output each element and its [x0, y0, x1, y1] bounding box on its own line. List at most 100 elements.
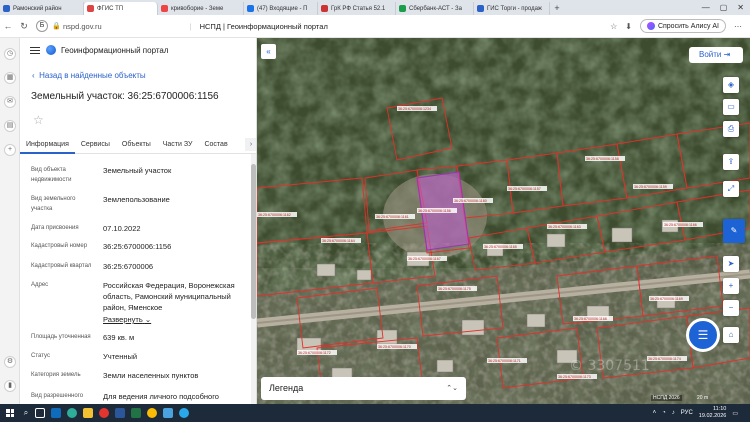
locate-button[interactable]: ➤: [723, 256, 739, 272]
portal-header: Геоинформационный портал: [20, 38, 256, 62]
tab-label: кривоборие - Земе: [171, 5, 224, 12]
settings-icon[interactable]: ⚙: [4, 356, 16, 368]
tray-chevron-icon[interactable]: ˄: [653, 410, 657, 416]
browser-tab-1[interactable]: ФГИС ТП: [84, 2, 158, 15]
language-indicator[interactable]: РУС: [681, 410, 693, 416]
messenger-icon[interactable]: ✉: [4, 96, 16, 108]
notes-icon[interactable]: ▤: [4, 120, 16, 132]
attribute-label: Адрес: [31, 282, 49, 288]
tab-services[interactable]: Сервисы: [75, 136, 116, 154]
new-tab-icon[interactable]: +: [550, 3, 564, 13]
tab-parts[interactable]: Части ЗУ: [157, 136, 199, 154]
taskbar-app-edge[interactable]: [64, 404, 80, 422]
parcel-label: 36:25:6700006:1169: [650, 297, 683, 301]
browser-tab-4[interactable]: ГрК РФ Статья 52.1: [318, 2, 396, 15]
taskbar-app-excel[interactable]: [128, 404, 144, 422]
map-watermark: © 3307511: [569, 358, 650, 374]
zoom-in-button[interactable]: +: [723, 278, 739, 294]
taskbar-app-chrome[interactable]: [144, 404, 160, 422]
sidebar-collapse-icon[interactable]: ▮: [4, 380, 16, 392]
task-view-icon: [35, 408, 45, 418]
assistant-button[interactable]: ✎: [723, 219, 745, 243]
attribute-value: Учтенный: [103, 352, 138, 361]
tabs-scroll-right-icon[interactable]: ›: [245, 138, 256, 151]
taskbar-app-task-view[interactable]: [32, 404, 48, 422]
parcel-label: 36:25:6700006:1167: [408, 257, 441, 261]
download-icon[interactable]: ⬇: [625, 22, 632, 31]
tab-information[interactable]: Информация: [20, 136, 75, 154]
extensions-icon[interactable]: ⋯: [734, 22, 742, 31]
maximize-icon[interactable]: ▢: [720, 3, 728, 12]
compass-button[interactable]: ⌂: [723, 327, 739, 343]
tab-label: Сбербанк-АСТ - За: [409, 5, 462, 12]
browser-tab-2[interactable]: кривоборие - Земе: [158, 2, 244, 15]
taskbar-app-store[interactable]: [160, 404, 176, 422]
folder-icon: [83, 408, 93, 418]
outlook-icon: [51, 408, 61, 418]
parcel-label: 36:25:6700006:1165: [484, 245, 517, 249]
bookmark-icon[interactable]: ☆: [610, 22, 617, 31]
browser-tab-0[interactable]: Рамонский район: [0, 2, 84, 15]
layers-button[interactable]: ◈: [723, 77, 739, 93]
excel-icon: [131, 408, 141, 418]
tab-objects[interactable]: Объекты: [116, 136, 157, 154]
taskbar-app-explorer[interactable]: [80, 404, 96, 422]
tab-favicon: [161, 5, 168, 12]
ask-alice-button[interactable]: Спросить Алису AI: [639, 19, 726, 33]
zoom-out-button[interactable]: −: [723, 300, 739, 316]
login-label: Войти: [699, 50, 722, 59]
browser-tab-6[interactable]: ГИС Торги - продаж: [474, 2, 550, 15]
parcel-label: 36:25:6700006:1162: [258, 213, 291, 217]
telegram-icon: [179, 408, 189, 418]
share-button[interactable]: ⇪: [723, 154, 739, 170]
browser-tab-5[interactable]: Сбербанк-АСТ - За: [396, 2, 474, 15]
history-icon[interactable]: ◷: [4, 48, 16, 60]
start-button[interactable]: [0, 404, 20, 422]
attribute-label: Вид земельного участка: [31, 196, 76, 212]
apps-icon[interactable]: ▦: [4, 72, 16, 84]
network-icon[interactable]: ◔: [662, 410, 666, 416]
notifications-icon[interactable]: ▭: [732, 410, 738, 417]
parcel-label: 36:25:6700006:1170: [378, 345, 411, 349]
menu-icon[interactable]: [30, 46, 40, 54]
clock[interactable]: 11:10 19.02.2026: [699, 406, 727, 420]
legend-dropdown[interactable]: Легенда ⌃⌄: [261, 377, 466, 400]
sidebar-add-icon[interactable]: +: [4, 144, 16, 156]
minimize-icon[interactable]: —: [702, 3, 710, 12]
parcel-label: 36:25:6700006:1234: [398, 107, 431, 111]
close-window-icon[interactable]: ✕: [737, 3, 744, 12]
back-arrow-icon[interactable]: ←: [0, 21, 16, 31]
taskbar-app-yandex[interactable]: [96, 404, 112, 422]
login-button[interactable]: Войти ⇥: [689, 47, 743, 63]
volume-icon[interactable]: ♪: [672, 410, 675, 416]
portal-title: Геоинформационный портал: [61, 45, 169, 55]
attribute-label: Кадастровый номер: [31, 243, 88, 249]
print-button[interactable]: ⎙: [723, 121, 739, 137]
reload-icon[interactable]: ↻: [16, 21, 32, 32]
panel-scrollbar-thumb[interactable]: [251, 164, 256, 319]
chat-support-button[interactable]: ☰: [686, 318, 720, 352]
tab-composition[interactable]: Состав: [198, 136, 233, 154]
back-to-results-link[interactable]: ‹ Назад в найденные объекты: [32, 71, 146, 80]
tab-favicon: [247, 5, 254, 12]
satellite-map-layer: 36:25:6700006:1234 36:25:6700006:1158 36…: [257, 38, 750, 404]
yandex-browser-icon[interactable]: Б: [36, 20, 48, 32]
attribute-value: Российская Федерация, Воронежская област…: [103, 281, 235, 312]
expand-address-link[interactable]: Развернуть ⌄: [103, 314, 248, 325]
taskbar-app-telegram[interactable]: [176, 404, 192, 422]
map-view[interactable]: 36:25:6700006:1234 36:25:6700006:1158 36…: [257, 38, 750, 404]
collapse-panel-button[interactable]: «: [261, 44, 276, 59]
tab-label: ГрК РФ Статья 52.1: [331, 5, 386, 12]
taskbar-app-outlook[interactable]: [48, 404, 64, 422]
fullscreen-button[interactable]: ⤢: [723, 181, 739, 197]
parcel-label: 36:25:6700006:1175: [438, 287, 471, 291]
taskbar-app-word[interactable]: [112, 404, 128, 422]
browser-tab-3[interactable]: (47) Входящие - П: [244, 2, 318, 15]
search-icon[interactable]: ⌕: [20, 404, 32, 422]
url-text[interactable]: nspd.gov.ru: [63, 22, 102, 31]
measure-button[interactable]: ▭: [723, 99, 739, 115]
favorite-star-icon[interactable]: ☆: [33, 113, 44, 127]
parcel-label: 36:25:6700006:1166: [664, 223, 697, 227]
browser-sidebar: ◷ ▦ ✉ ▤ + ⚙ ▮: [0, 38, 20, 404]
attribute-label: Дата присвоения: [31, 225, 79, 231]
